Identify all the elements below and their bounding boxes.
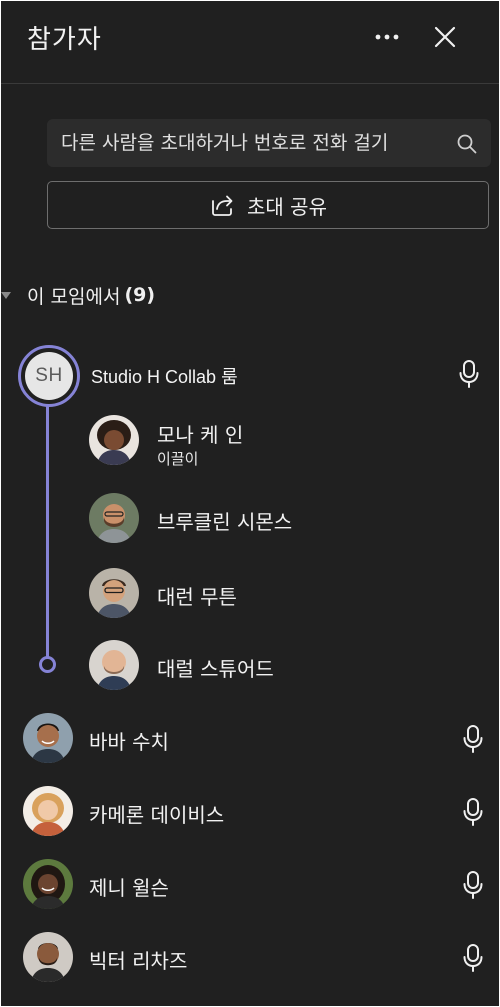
section-count: (9) (124, 284, 156, 306)
mic-button[interactable] (461, 943, 485, 973)
mic-button[interactable] (461, 797, 485, 827)
in-meeting-section-toggle[interactable]: 이 모임에서 (9) (1, 279, 155, 311)
section-title: 이 모임에서 (27, 285, 121, 308)
participant-name: 대런 무튼 (157, 585, 237, 609)
more-options-button[interactable] (367, 23, 407, 51)
participant-name: 카메론 데이비스 (89, 803, 225, 827)
microphone-icon (463, 871, 483, 899)
room-group-end-dot (39, 656, 56, 673)
mic-button[interactable] (461, 870, 485, 900)
avatar (23, 713, 73, 763)
participant-row[interactable]: 제니 윌슨 (23, 857, 483, 913)
microphone-icon (463, 944, 483, 972)
search-icon[interactable] (455, 132, 479, 156)
avatar (89, 493, 139, 543)
participant-row[interactable]: 빅터 리차즈 (23, 930, 483, 986)
close-button[interactable] (425, 17, 465, 57)
share-icon (209, 192, 235, 218)
room-member-row[interactable]: 대런 무튼 (89, 566, 389, 622)
caret-down-icon (1, 291, 11, 299)
participant-row[interactable]: 카메론 데이비스 (23, 784, 483, 840)
participant-name: 대럴 스튜어드 (157, 657, 274, 681)
room-member-row[interactable]: 모나 케 인 이끌이 (89, 413, 389, 469)
participant-name: 바바 수치 (89, 730, 169, 754)
avatar (89, 415, 139, 465)
panel-title: 참가자 (27, 25, 102, 55)
participant-role: 이끌이 (157, 450, 199, 468)
share-invite-label: 초대 공유 (247, 194, 327, 219)
avatar (23, 932, 73, 982)
participant-row[interactable]: 바바 수치 (23, 711, 483, 767)
close-icon (434, 26, 456, 48)
room-name[interactable]: Studio H Collab 룸 (91, 363, 238, 389)
search-field[interactable] (47, 119, 491, 167)
participant-name: 모나 케 인 (157, 423, 244, 447)
participant-name: 브루클린 시몬스 (157, 510, 293, 534)
share-invite-button[interactable]: 초대 공유 (47, 181, 489, 229)
microphone-icon (463, 798, 483, 826)
participant-name: 제니 윌슨 (89, 876, 169, 900)
room-avatar: SH (25, 352, 73, 400)
microphone-icon (463, 725, 483, 753)
participant-name: 빅터 리차즈 (89, 949, 188, 973)
search-input[interactable] (61, 119, 457, 167)
microphone-icon (459, 360, 479, 388)
avatar (89, 640, 139, 690)
avatar (23, 786, 73, 836)
room-avatar-ring[interactable]: SH (18, 345, 80, 407)
room-member-row[interactable]: 브루클린 시몬스 (89, 491, 389, 547)
more-options-icon (375, 34, 399, 40)
panel-header: 참가자 (1, 1, 499, 84)
room-group-line (46, 405, 49, 657)
mic-button[interactable] (461, 724, 485, 754)
avatar (23, 859, 73, 909)
participants-panel: 참가자 다른 사람을 초대하거나 번호로 전화 걸기 초대 공유 이 모임에서 … (1, 1, 499, 1006)
room-member-row[interactable]: 대럴 스튜어드 (89, 638, 389, 694)
room-mic-button[interactable] (457, 359, 481, 389)
avatar (89, 568, 139, 618)
